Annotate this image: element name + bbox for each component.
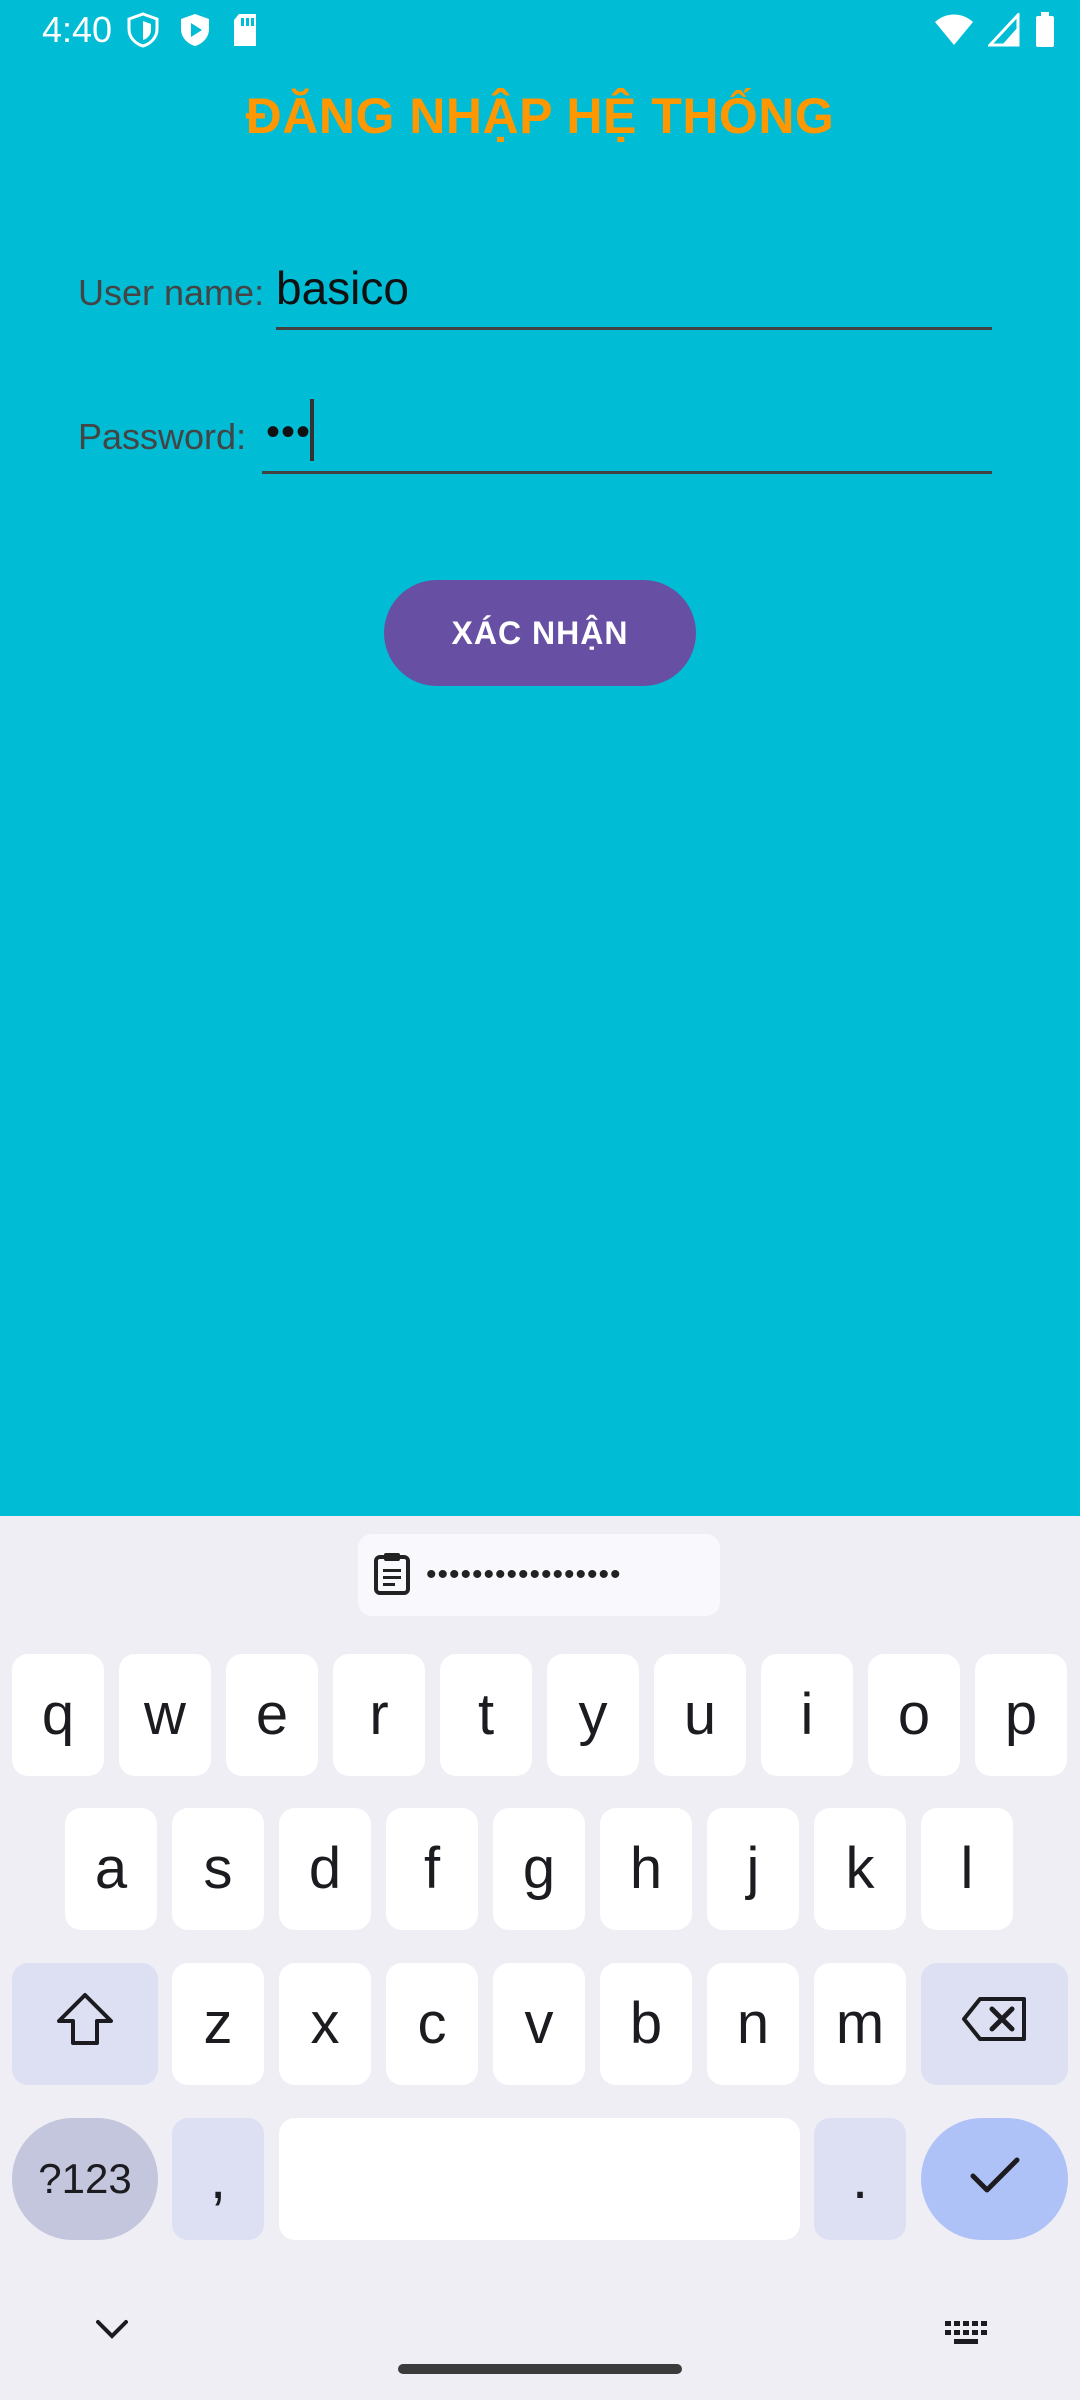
home-indicator[interactable] — [398, 2364, 682, 2374]
key-a[interactable]: a — [65, 1808, 157, 1930]
check-icon — [967, 2150, 1023, 2208]
shift-icon — [55, 1991, 115, 2057]
key-x[interactable]: x — [279, 1963, 371, 2085]
clipboard-text: ••••••••••••••••• — [426, 1558, 622, 1591]
key-z[interactable]: z — [172, 1963, 264, 2085]
battery-icon — [1034, 12, 1056, 48]
signal-icon — [988, 13, 1020, 47]
status-bar: 4:40 — [0, 0, 1080, 64]
password-row: Password: ••• — [78, 394, 992, 474]
key-y[interactable]: y — [547, 1654, 639, 1776]
key-p[interactable]: p — [975, 1654, 1067, 1776]
key-c[interactable]: c — [386, 1963, 478, 2085]
key-l[interactable]: l — [921, 1808, 1013, 1930]
period-key[interactable]: . — [814, 2118, 906, 2240]
key-w[interactable]: w — [119, 1654, 211, 1776]
page-title: ĐĂNG NHẬP HỆ THỐNG — [245, 88, 835, 144]
shift-key[interactable] — [12, 1963, 158, 2085]
key-o[interactable]: o — [868, 1654, 960, 1776]
key-j[interactable]: j — [707, 1808, 799, 1930]
key-r[interactable]: r — [333, 1654, 425, 1776]
sd-card-icon — [230, 12, 260, 48]
status-icons-left — [126, 12, 260, 48]
key-f[interactable]: f — [386, 1808, 478, 1930]
key-e[interactable]: e — [226, 1654, 318, 1776]
keyboard-icon[interactable] — [944, 2320, 990, 2351]
comma-key[interactable]: , — [172, 2118, 264, 2240]
key-q[interactable]: q — [12, 1654, 104, 1776]
password-dots: ••• — [266, 410, 312, 454]
key-s[interactable]: s — [172, 1808, 264, 1930]
backspace-icon — [960, 1995, 1030, 2053]
shield-icon — [126, 12, 160, 48]
status-icons-right — [934, 12, 1056, 48]
password-input[interactable]: ••• — [262, 398, 992, 474]
key-n[interactable]: n — [707, 1963, 799, 2085]
key-h[interactable]: h — [600, 1808, 692, 1930]
key-u[interactable]: u — [654, 1654, 746, 1776]
confirm-button[interactable]: XÁC NHẬN — [384, 580, 696, 686]
wifi-icon — [934, 13, 974, 47]
username-input[interactable] — [276, 254, 992, 330]
username-row: User name: — [78, 250, 992, 330]
key-g[interactable]: g — [493, 1808, 585, 1930]
play-shield-icon — [178, 12, 212, 48]
key-i[interactable]: i — [761, 1654, 853, 1776]
symbols-key[interactable]: ?123 — [12, 2118, 158, 2240]
status-time: 4:40 — [42, 9, 113, 50]
backspace-key[interactable] — [921, 1963, 1068, 2085]
clipboard-icon — [372, 1551, 412, 1600]
space-key[interactable] — [279, 2118, 800, 2240]
chevron-down-icon[interactable] — [94, 2318, 130, 2347]
key-d[interactable]: d — [279, 1808, 371, 1930]
key-m[interactable]: m — [814, 1963, 906, 2085]
text-caret — [310, 399, 314, 461]
username-label: User name: — [78, 272, 265, 313]
password-label: Password: — [78, 416, 247, 457]
key-k[interactable]: k — [814, 1808, 906, 1930]
soft-keyboard: ••••••••••••••••• q w e r t y u i o p a … — [0, 1516, 1080, 2400]
key-t[interactable]: t — [440, 1654, 532, 1776]
key-b[interactable]: b — [600, 1963, 692, 2085]
enter-key[interactable] — [921, 2118, 1068, 2240]
key-v[interactable]: v — [493, 1963, 585, 2085]
clipboard-suggestion[interactable]: ••••••••••••••••• — [358, 1534, 720, 1616]
